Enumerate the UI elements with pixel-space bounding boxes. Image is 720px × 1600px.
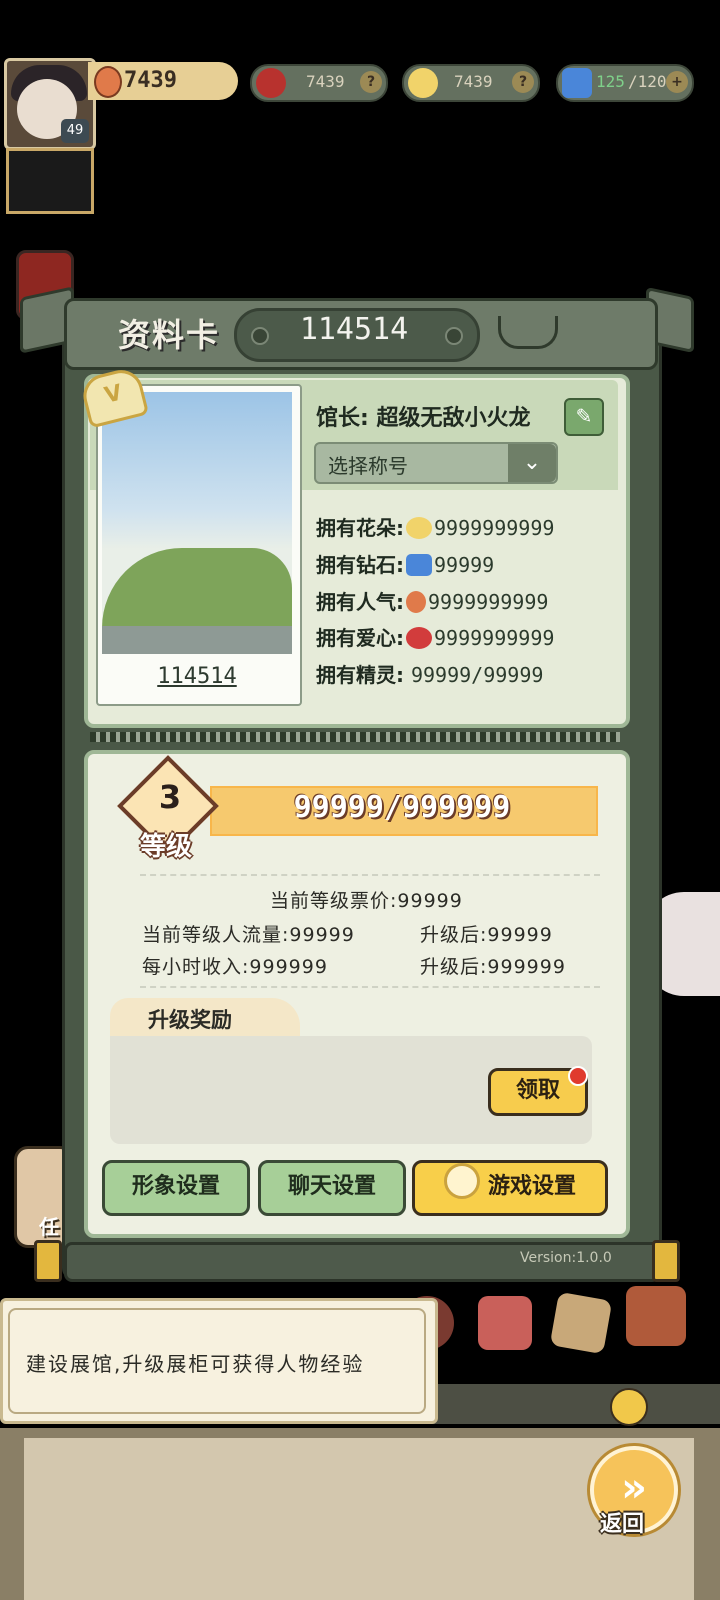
stat-diamonds-value: 99999 <box>434 553 495 577</box>
version-label: Version:1.0.0 <box>520 1250 612 1266</box>
level-number: 3 <box>158 778 182 816</box>
heart-icon <box>256 68 286 98</box>
stat-popularity-value: 9999999999 <box>428 590 549 614</box>
gear-icon <box>443 1163 480 1199</box>
bottom-canvas <box>24 1438 694 1600</box>
stat-sprites-label: 拥有精灵: <box>316 663 404 687</box>
player-id: 114514 <box>299 312 409 347</box>
stat-flowers-value: 9999999999 <box>434 516 555 540</box>
heart-icon <box>406 627 432 649</box>
bottom-strip <box>432 1384 720 1424</box>
flowers-counter: 7439 ? <box>402 64 540 102</box>
stat-hearts-label: 拥有爱心: <box>316 626 404 650</box>
game-settings-label: 游戏设置 <box>487 1174 576 1199</box>
dotted-divider <box>140 986 600 988</box>
photo-wall <box>102 626 292 654</box>
reward-title: 升级奖励 <box>148 1008 232 1032</box>
game-settings-button[interactable]: 游戏设置 <box>412 1160 608 1216</box>
flowers-help-button[interactable]: ? <box>512 71 534 93</box>
back-label: 返回 <box>600 1512 645 1537</box>
stat-diamonds-label: 拥有钻石: <box>316 553 404 577</box>
close-button[interactable] <box>498 316 558 349</box>
avatar-level-badge: 49 <box>61 119 89 143</box>
stat-popularity-label: 拥有人气: <box>316 590 404 614</box>
museum-owner-name: 馆长: 超级无敌小火龙 <box>316 406 531 431</box>
stat-hearts: 拥有爱心: 9999999999 <box>316 622 554 651</box>
gems-current: 125 <box>596 72 625 91</box>
photo-id: 114514 <box>157 664 237 689</box>
appearance-settings-button[interactable]: 形象设置 <box>102 1160 250 1216</box>
player-avatar[interactable]: 49 <box>4 58 96 150</box>
title-select-label: 选择称号 <box>328 454 408 478</box>
hearts-help-button[interactable]: ? <box>360 71 382 93</box>
traffic-after-upgrade: 升级后:99999 <box>420 924 553 946</box>
lamp-icon <box>34 1240 62 1282</box>
balloon-icon <box>94 66 122 98</box>
stat-diamonds: 拥有钻石: 99999 <box>316 549 494 578</box>
flower-icon <box>408 68 438 98</box>
balloon-icon <box>406 591 426 613</box>
stat-sprites: 拥有精灵: 99999/99999 <box>316 659 543 688</box>
flower-icon <box>406 517 432 539</box>
hourly-income: 每小时收入:999999 <box>142 956 328 978</box>
gems-counter: 125 /120 + <box>556 64 694 102</box>
task-side-label: 任 <box>39 1215 59 1239</box>
fish-gem-icon[interactable] <box>478 1296 532 1350</box>
card-title: 资料卡 <box>118 316 221 354</box>
tip-text: 建设展馆,升级展柜可获得人物经验 <box>26 1352 365 1376</box>
smiley-icon[interactable] <box>610 1388 648 1426</box>
gems-max: /120 <box>628 72 667 91</box>
chevron-down-icon[interactable]: ⌄ <box>508 444 556 482</box>
hearts-value: 7439 <box>306 72 345 91</box>
ticket-price: 当前等级票价:99999 <box>270 890 463 912</box>
title-select[interactable]: 选择称号 ⌄ <box>314 442 558 484</box>
stat-popularity: 拥有人气: 9999999999 <box>316 586 548 615</box>
stat-flowers-label: 拥有花朵: <box>316 516 404 540</box>
lamp-icon <box>652 1240 680 1282</box>
side-panel[interactable] <box>6 148 94 214</box>
edit-name-button[interactable]: ✎ <box>564 398 604 436</box>
gem-icon <box>562 68 592 98</box>
stat-flowers: 拥有花朵: 9999999999 <box>316 512 554 541</box>
section-divider <box>90 732 620 742</box>
dotted-divider <box>140 874 600 876</box>
notification-dot <box>568 1066 588 1086</box>
hearts-counter: 7439 ? <box>250 64 388 102</box>
exp-value: 99999/999999 <box>293 790 511 825</box>
popularity-counter: 7439 <box>88 62 238 100</box>
gems-add-button[interactable]: + <box>666 71 688 93</box>
gift-box-icon[interactable] <box>626 1286 686 1346</box>
gem-icon <box>406 554 432 576</box>
mail-icon[interactable] <box>549 1291 613 1355</box>
chat-settings-button[interactable]: 聊天设置 <box>258 1160 406 1216</box>
flowers-value: 7439 <box>454 72 493 91</box>
stat-hearts-value: 9999999999 <box>434 626 555 650</box>
income-after-upgrade: 升级后:999999 <box>420 956 566 978</box>
level-label: 等级 <box>140 832 193 862</box>
popularity-value: 7439 <box>124 68 177 93</box>
current-traffic: 当前等级人流量:99999 <box>142 924 355 946</box>
stat-sprites-value: 99999/99999 <box>410 663 544 687</box>
